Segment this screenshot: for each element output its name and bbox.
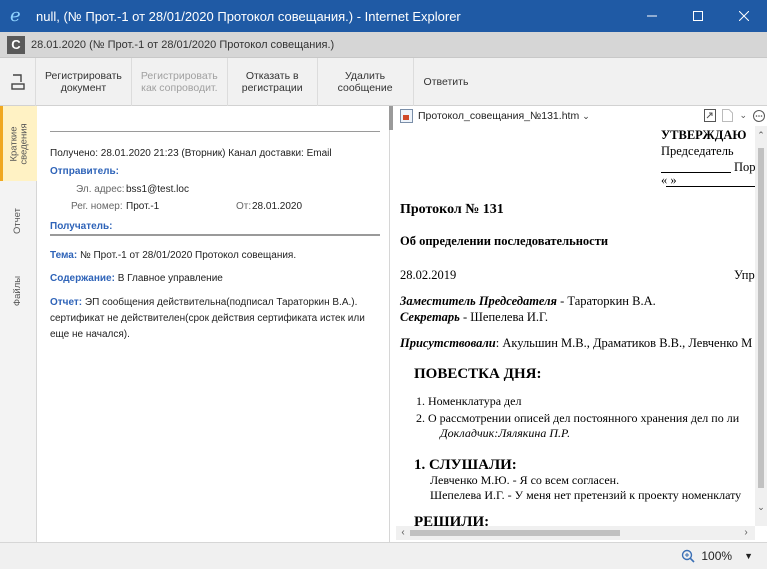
report-value: ЭП сообщения действительна(подписал Тара… — [50, 297, 365, 340]
panel-toggle-button[interactable] — [0, 57, 36, 106]
content-label: Содержание: — [50, 273, 115, 284]
app-header: C 28.01.2020 (№ Прот.-1 от 28/01/2020 Пр… — [0, 32, 767, 58]
content-value: В Главное управление — [117, 273, 223, 284]
secretary-role: Секретарь — [400, 310, 460, 324]
status-bar: 100% ▼ — [0, 542, 767, 569]
heard-item: Левченко М.Ю. - Я со всем согласен. — [430, 473, 620, 487]
scroll-up-arrow-icon[interactable]: ⌃ — [755, 128, 767, 142]
internet-explorer-icon: e — [10, 5, 21, 26]
zoom-icon — [682, 549, 695, 563]
dropdown-arrow-icon[interactable]: ⌄ — [739, 110, 747, 121]
sender-label: Отправитель: — [50, 166, 119, 177]
subject-row: Тема: № Прот.-1 от 28/01/2020 Протокол с… — [50, 250, 296, 261]
window-title: null, (№ Прот.-1 от 28/01/2020 Протокол … — [36, 8, 461, 24]
zoom-dropdown-icon[interactable]: ▼ — [744, 551, 753, 561]
protocol-number: Протокол № 131 — [400, 202, 504, 217]
chevron-down-icon[interactable]: ⌄ — [582, 111, 590, 122]
horizontal-scrollbar[interactable]: ‹ › — [396, 526, 755, 540]
delete-message-button[interactable]: Удалить сообщение — [318, 57, 414, 106]
reg-number-label: Рег. номер: — [71, 201, 123, 212]
scroll-right-arrow-icon[interactable]: › — [739, 526, 753, 540]
divider — [50, 131, 380, 132]
refuse-registration-button[interactable]: Отказать в регистрации — [228, 57, 318, 106]
minimize-icon — [647, 15, 657, 17]
register-document-button[interactable]: Регистрировать документ — [36, 57, 132, 106]
tab-summary-label: Краткие сведения — [9, 122, 31, 165]
deputy-name: - Тараторкин В.А. — [556, 294, 656, 308]
secretary-name: - Шепелева И.Г. — [459, 310, 548, 324]
pane-splitter[interactable] — [389, 106, 390, 542]
close-icon — [739, 11, 749, 21]
attendees-names: : Акульшин М.В., Драматиков В.В., Левчен… — [495, 336, 753, 350]
document-header-title: 28.01.2020 (№ Прот.-1 от 28/01/2020 Прот… — [31, 38, 335, 51]
date-line — [666, 186, 755, 187]
report-row: Отчет: ЭП сообщения действительна(подпис… — [50, 295, 385, 343]
window-titlebar: e null, (№ Прот.-1 от 28/01/2020 Протоко… — [0, 0, 767, 32]
email-label: Эл. адрес: — [76, 184, 125, 195]
from-date-label: От: — [236, 201, 252, 212]
scroll-left-arrow-icon[interactable]: ‹ — [396, 526, 410, 540]
decided-heading: РЕШИЛИ: — [414, 514, 490, 526]
attachment-bar: Протокол_совещания_№131.htm ⌄ ⌄ — [396, 106, 767, 126]
email-value: bss1@test.loc — [126, 184, 189, 195]
deputy-chair-line: Заместитель Председателя - Тараторкин В.… — [400, 294, 656, 309]
received-info: Получено: 28.01.2020 21:23 (Вторник) Кан… — [50, 148, 332, 159]
minimize-button[interactable] — [629, 0, 675, 32]
splitter-grip[interactable] — [389, 106, 393, 130]
attendees-line: Присутствовали: Акульшин М.В., Драматико… — [400, 336, 752, 351]
subject-label: Тема: — [50, 250, 78, 261]
protocol-subject: Об определении последовательности — [400, 234, 609, 248]
reg-number-value: Прот.-1 — [126, 201, 160, 212]
maximize-button[interactable] — [675, 0, 721, 32]
chair-title: Председатель — [661, 144, 734, 158]
app-logo: C — [7, 35, 25, 54]
attachment-name[interactable]: Протокол_совещания_№131.htm — [418, 110, 579, 122]
html-file-icon — [400, 109, 413, 123]
horizontal-scroll-thumb[interactable] — [410, 530, 620, 536]
register-accompanying-button[interactable]: Регистрировать как сопроводит. — [132, 57, 228, 106]
attendees-label: Присутствовали — [400, 336, 496, 350]
heard-item: Шепелева И.Г. - У меня нет претензий к п… — [430, 488, 742, 502]
agenda-speaker: Докладчик:Лялякина П.Р. — [440, 426, 571, 440]
panel-toggle-icon — [10, 73, 25, 90]
tab-files-label: Файлы — [12, 275, 24, 307]
divider — [50, 234, 380, 236]
content-row: Содержание: В Главное управление — [50, 273, 223, 284]
vertical-scrollbar[interactable]: ⌃ ⌄ — [755, 126, 767, 526]
agenda-item: 2. О рассмотрении описей дел постоянного… — [416, 411, 740, 425]
from-date-value: 28.01.2020 — [252, 201, 303, 212]
recipient-label: Получатель: — [50, 221, 113, 232]
document-viewer[interactable]: УТВЕРЖДАЮ Председатель Пор « » Протокол … — [396, 126, 755, 526]
tab-summary[interactable]: Краткие сведения — [0, 106, 37, 181]
maximize-icon — [693, 11, 703, 21]
open-external-icon[interactable] — [704, 109, 717, 122]
agenda-item: 1. Номенклатура дел — [416, 394, 522, 408]
document-icon[interactable] — [722, 109, 734, 122]
message-info-pane: Получено: 28.01.2020 21:23 (Вторник) Кан… — [38, 106, 388, 542]
zoom-control[interactable]: 100% ▼ — [681, 549, 753, 563]
scroll-down-arrow-icon[interactable]: ⌄ — [755, 500, 767, 514]
deputy-role: Заместитель Председателя — [400, 294, 557, 308]
tab-report-label: Отчет — [12, 207, 24, 235]
more-options-icon[interactable] — [753, 109, 765, 122]
close-button[interactable] — [721, 0, 767, 32]
subject-value: № Прот.-1 от 28/01/2020 Протокол совещан… — [79, 250, 297, 261]
toolbar: Регистрировать документ Регистрировать к… — [0, 57, 767, 106]
protocol-date: 28.02.2019 — [400, 268, 457, 282]
report-label: Отчет: — [50, 297, 83, 308]
vertical-scroll-thumb[interactable] — [758, 148, 764, 488]
approve-heading: УТВЕРЖДАЮ — [661, 128, 747, 142]
reply-button[interactable]: Ответить — [414, 58, 479, 106]
chair-name: Пор — [734, 160, 755, 174]
agenda-heading: ПОВЕСТКА ДНЯ: — [414, 366, 542, 382]
secretary-line: Секретарь - Шепелева И.Г. — [400, 310, 548, 325]
side-tabs: Краткие сведения Отчет Файлы — [0, 106, 37, 542]
zoom-level: 100% — [701, 549, 733, 563]
heard-heading: 1. СЛУШАЛИ: — [414, 457, 517, 473]
protocol-place: Упр — [734, 268, 755, 282]
tab-files[interactable]: Файлы — [0, 256, 37, 326]
tab-report[interactable]: Отчет — [0, 186, 37, 256]
